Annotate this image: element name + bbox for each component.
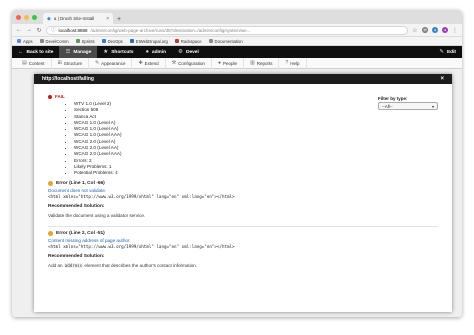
- user-button[interactable]: ● admin: [140, 46, 172, 58]
- standards-list: WTV 1.0 (Level 2) Section 508 Stanca Act…: [74, 101, 438, 177]
- drupal-admin-toolbar: ← Back to site ☰ Manage ★ Shortcuts ● admin …: [12, 46, 462, 58]
- issue-heading: Error (Line 1, Col -66): [48, 180, 438, 186]
- drupal-drop-icon: [129, 39, 134, 43]
- tray-item-structure[interactable]: ⊞ Structure: [52, 57, 89, 69]
- tab-strip: ◆ a | Drush Site-Install × +: [12, 10, 462, 24]
- bookmark-folder-icon: [75, 39, 80, 43]
- issue-item: Error (Line 2, Col -51) Content missing …: [48, 230, 438, 268]
- warning-icon: [48, 180, 53, 186]
- star-icon: ★: [103, 49, 109, 55]
- tray-item-extend[interactable]: ✚ Extend: [132, 57, 166, 69]
- back-arrow-icon[interactable]: ←: [16, 27, 22, 33]
- arrow-left-icon: ←: [18, 49, 24, 55]
- extension-icon[interactable]: ●: [432, 27, 438, 33]
- bookmark-folder-icon: [39, 39, 44, 43]
- close-window-button[interactable]: [16, 14, 21, 20]
- solution-text: Add an address element that describes th…: [48, 262, 198, 268]
- bookmark-folder-icon: [101, 39, 106, 43]
- dialog-title: http://localhost/failing: [42, 76, 94, 82]
- issue-code: <html xmlns="http://www.w3.org/1999/xhtm…: [48, 193, 235, 199]
- menu-kebab-icon[interactable]: ⋮: [452, 27, 458, 34]
- bookmark-item[interactable]: Apps: [17, 39, 33, 44]
- hamburger-menu-icon: ☰: [65, 49, 71, 55]
- content-icon: ▤: [22, 60, 27, 66]
- filter-by-type: Filter by type: --All-- ▾: [378, 96, 438, 110]
- profile-avatar-icon[interactable]: ●: [442, 27, 448, 33]
- tab-close-icon[interactable]: ×: [106, 16, 109, 22]
- extension-icon[interactable]: ▤: [422, 27, 428, 33]
- structure-icon: ⊞: [57, 60, 62, 66]
- status-badge: FAIL: [55, 94, 65, 99]
- browser-tab[interactable]: ◆ a | Drush Site-Install ×: [43, 13, 113, 24]
- browser-window: ◆ a | Drush Site-Install × + ← → ↻ ⓘ loc…: [12, 10, 462, 317]
- issue-link[interactable]: Document does not validate.: [48, 188, 438, 193]
- report-dialog: http://localhost/failing × Filter by typ…: [34, 74, 452, 312]
- filter-label: Filter by type:: [378, 96, 408, 101]
- devel-button[interactable]: ⚙ Devel: [172, 46, 205, 58]
- tray-item-people[interactable]: ● People: [212, 57, 244, 69]
- navigation-bar: ← → ↻ ⓘ localhost:8888/admin/config/web-…: [12, 24, 462, 37]
- bookmarks-bar: Apps DevelComm Sprints DevOps EIWebDrupa…: [12, 37, 462, 46]
- solution-label: Recommended Solution:: [48, 253, 105, 259]
- solution-label: Recommended Solution:: [48, 203, 105, 209]
- dialog-body: Filter by type: --All-- ▾ FAIL WTV 1.0 (…: [34, 84, 452, 312]
- url-path: /admin/config/web-page-archive/runs/38?d…: [90, 27, 251, 33]
- wrench-icon: ⚒: [171, 60, 177, 66]
- back-to-site-button[interactable]: ← Back to site: [12, 46, 59, 58]
- bookmark-item[interactable]: EIWebDrupal.org: [129, 39, 168, 44]
- people-icon: ●: [217, 60, 221, 66]
- inline-code: address: [63, 262, 84, 268]
- puzzle-icon: ✚: [138, 60, 143, 66]
- reload-icon[interactable]: ↻: [36, 27, 42, 34]
- filter-type-select[interactable]: --All-- ▾: [378, 102, 438, 110]
- manage-button[interactable]: ☰ Manage: [59, 46, 98, 58]
- divider: [48, 225, 438, 227]
- rackspace-icon: [174, 39, 179, 43]
- issue-code: <html xmlns="http://www.w3.org/1999/xhtm…: [48, 243, 235, 249]
- warning-icon: [48, 230, 53, 236]
- maximize-window-button[interactable]: [32, 14, 37, 20]
- tab-title: a | Drush Site-Install: [53, 16, 95, 21]
- issue-item: Error (Line 1, Col -66) Document does no…: [48, 180, 438, 218]
- forward-arrow-icon[interactable]: →: [26, 27, 32, 33]
- close-icon[interactable]: ×: [440, 76, 444, 82]
- tray-item-help[interactable]: ? Help: [279, 57, 307, 69]
- user-icon: ●: [145, 49, 149, 55]
- window-controls: [16, 10, 37, 24]
- brush-icon: ✎: [94, 60, 100, 66]
- drupal-favicon-icon: ◆: [47, 15, 51, 22]
- tray-item-appearance[interactable]: ✎ Appearance: [89, 57, 133, 69]
- chevron-down-icon: ▾: [431, 103, 434, 109]
- tray-item-configuration[interactable]: ⚒ Configuration: [166, 57, 212, 69]
- solution-text: Validate the document using a validator …: [48, 212, 146, 218]
- list-item: Potential Problems: 4: [74, 170, 438, 176]
- help-icon: ?: [285, 60, 289, 66]
- tray-item-content[interactable]: ▤ Content: [16, 57, 52, 69]
- gear-icon: ⚙: [178, 49, 183, 55]
- issue-heading: Error (Line 2, Col -51): [48, 230, 438, 236]
- bookmark-item[interactable]: DevelComm: [39, 39, 69, 44]
- bookmark-star-icon[interactable]: ☆: [412, 27, 418, 34]
- apps-grid-icon: [17, 39, 21, 43]
- url-host: localhost:8888: [58, 27, 88, 33]
- bookmark-item[interactable]: DevOps: [101, 39, 123, 44]
- dialog-titlebar: http://localhost/failing ×: [34, 74, 452, 84]
- pencil-icon: ✎: [439, 49, 444, 55]
- tray-item-reports[interactable]: ▥ Reports: [244, 57, 280, 69]
- fail-status-icon: [48, 94, 52, 99]
- admin-menu-tray: ▤ Content ⊞ Structure ✎ Appearance ✚ Extend …: [12, 57, 462, 69]
- new-tab-icon[interactable]: +: [117, 16, 121, 23]
- bookmark-item[interactable]: Documentation: [208, 39, 243, 44]
- filter-selected-value: --All--: [382, 103, 393, 109]
- bookmark-folder-icon: [208, 39, 213, 43]
- bookmark-item[interactable]: Rackspace: [174, 39, 202, 44]
- info-icon: ⓘ: [51, 27, 56, 32]
- edit-button[interactable]: ✎ Edit: [433, 46, 462, 58]
- minimize-window-button[interactable]: [24, 14, 29, 20]
- shortcuts-button[interactable]: ★ Shortcuts: [97, 46, 139, 58]
- bar-chart-icon: ▥: [249, 60, 255, 66]
- issue-link[interactable]: Content missing address of page author.: [48, 238, 438, 243]
- bookmark-item[interactable]: Sprints: [75, 39, 95, 44]
- address-bar[interactable]: ⓘ localhost:8888/admin/config/web-page-a…: [46, 25, 408, 35]
